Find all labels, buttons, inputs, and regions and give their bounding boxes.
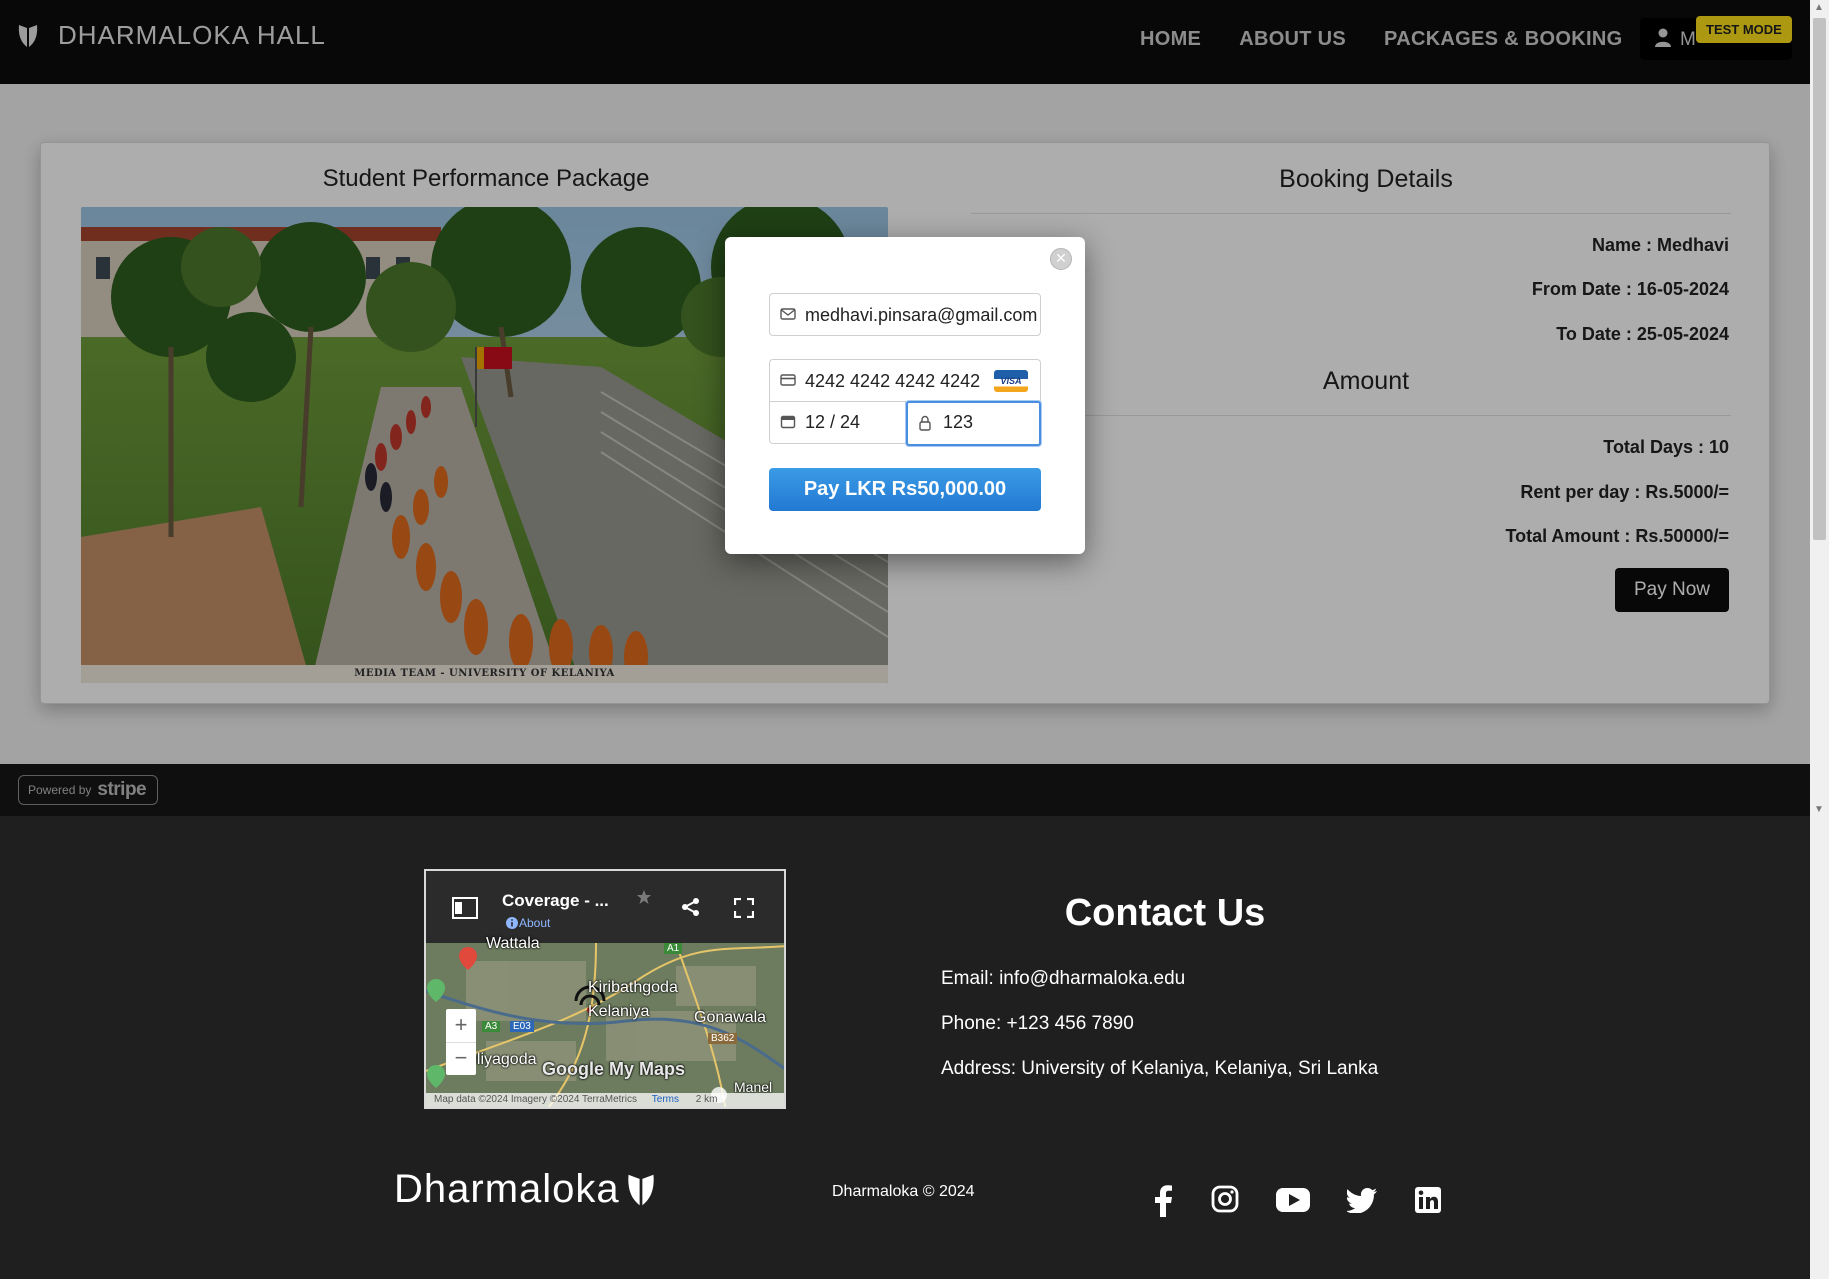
- lock-icon: [919, 415, 931, 431]
- star-icon[interactable]: [636, 889, 652, 905]
- map-header: Coverage - ... About: [426, 871, 784, 943]
- map-legend-icon[interactable]: [452, 897, 478, 919]
- copyright: Dharmaloka © 2024: [832, 1183, 975, 1200]
- card-number-value: 4242 4242 4242 4242: [805, 371, 981, 391]
- contact-title: Contact Us: [1064, 892, 1266, 934]
- cvc-value: 123: [943, 412, 974, 432]
- contact-email: Email: info@dharmaloka.edu: [941, 968, 1186, 989]
- road-label-a3: A3: [482, 1021, 501, 1032]
- footer-logo[interactable]: Dharmaloka: [394, 1167, 658, 1212]
- scroll-up-arrow[interactable]: ▲: [1814, 2, 1824, 13]
- map-title[interactable]: Coverage - ...: [502, 891, 609, 911]
- map-attribution: Map data ©2024 Imagery ©2024 TerraMetric…: [426, 1093, 784, 1107]
- close-icon[interactable]: ✕: [1050, 248, 1072, 270]
- map-scale: 2 km: [695, 1094, 718, 1105]
- map-label-eliyagoda: eliyagoda: [468, 1051, 537, 1068]
- visa-card-icon: VISA: [994, 370, 1028, 392]
- map-about-link[interactable]: About: [519, 916, 550, 930]
- map-data-credit: Map data ©2024 Imagery ©2024 TerraMetric…: [434, 1094, 637, 1105]
- map-label-kelaniya: Kelaniya: [588, 1003, 650, 1020]
- contact-address: Address: University of Kelaniya, Kelaniy…: [941, 1058, 1379, 1079]
- info-icon: [506, 917, 518, 929]
- fullscreen-icon[interactable]: [734, 898, 754, 918]
- expiry-field[interactable]: 12 / 24: [769, 401, 906, 444]
- zoom-out-button[interactable]: −: [446, 1043, 476, 1075]
- map-terms-link[interactable]: Terms: [652, 1094, 679, 1105]
- facebook-icon[interactable]: [1152, 1185, 1174, 1217]
- stripe-checkout-modal: ✕ medhavi.pinsara@gmail.com 4242 4242 42…: [725, 237, 1085, 554]
- footer-logo-icon: [627, 1174, 654, 1205]
- page-scrollbar[interactable]: ▲ ▼: [1810, 0, 1829, 1279]
- envelope-icon: [780, 308, 796, 320]
- email-value: medhavi.pinsara@gmail.com: [805, 305, 1037, 325]
- map-zoom-control: + −: [446, 1009, 476, 1075]
- road-label-e03: E03: [510, 1021, 534, 1032]
- footer-logo-text: Dharmaloka: [394, 1167, 620, 1211]
- credit-card-icon: [780, 374, 796, 386]
- instagram-icon[interactable]: [1211, 1185, 1239, 1213]
- map-label-kiribathgoda: Kiribathgoda: [588, 979, 678, 996]
- email-field[interactable]: medhavi.pinsara@gmail.com: [769, 293, 1041, 336]
- site-footer: Coverage - ... About Wattala Kelaniya Ki…: [0, 816, 1810, 1279]
- linkedin-icon[interactable]: [1415, 1187, 1441, 1213]
- scroll-down-arrow[interactable]: ▼: [1814, 804, 1824, 815]
- coverage-map[interactable]: Coverage - ... About Wattala Kelaniya Ki…: [424, 869, 786, 1109]
- map-label-wattala: Wattala: [486, 935, 540, 952]
- twitter-icon[interactable]: [1347, 1188, 1377, 1213]
- google-my-maps-logo: Google My Maps: [542, 1059, 686, 1079]
- expiry-value: 12 / 24: [805, 412, 861, 432]
- scroll-thumb[interactable]: [1813, 18, 1826, 540]
- road-label-a1: A1: [664, 943, 683, 954]
- youtube-icon[interactable]: [1276, 1188, 1310, 1212]
- pay-amount-button[interactable]: Pay LKR Rs50,000.00: [769, 468, 1041, 511]
- road-label-b362: B362: [708, 1033, 738, 1044]
- share-icon[interactable]: [681, 897, 701, 917]
- contact-phone: Phone: +123 456 7890: [941, 1013, 1134, 1034]
- map-label-gonawala: Gonawala: [694, 1009, 767, 1026]
- calendar-icon: [780, 415, 796, 429]
- zoom-in-button[interactable]: +: [446, 1009, 476, 1043]
- cvc-field[interactable]: 123: [906, 401, 1041, 446]
- card-number-field[interactable]: 4242 4242 4242 4242 VISA: [769, 359, 1041, 402]
